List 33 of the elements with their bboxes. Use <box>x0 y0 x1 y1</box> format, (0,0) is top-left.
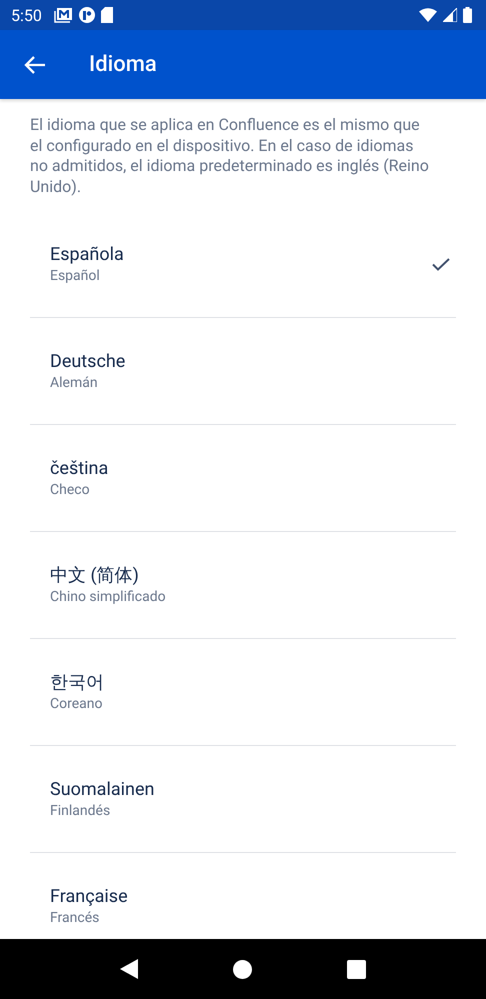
language-subtitle: Checo <box>50 481 91 499</box>
recents-square-icon[interactable] <box>347 960 366 978</box>
language-subtitle: Finlandés <box>50 802 112 820</box>
language-name: 中文 (简体) <box>50 564 140 588</box>
signal-icon <box>443 8 457 22</box>
language-option[interactable]: Suomalainen Finlandés <box>30 746 456 853</box>
language-name: 한국어 <box>50 671 105 695</box>
language-name: čeština <box>50 457 110 481</box>
language-name: Española <box>50 243 125 267</box>
mail-icon <box>54 7 73 23</box>
page-title: Idioma <box>89 52 157 77</box>
language-subtitle: Español <box>50 267 101 285</box>
language-option[interactable]: Española Español <box>30 211 456 318</box>
language-subtitle: Chino simplificado <box>50 588 167 606</box>
language-option[interactable]: 中文 (简体) Chino simplificado <box>30 532 456 639</box>
description-text: El idioma que se aplica en Confluence es el mismo que el configurado en el dispositivo. En el caso de idiomas no admitidos, el idioma predeterminado es inglés (Reino Unido). <box>30 115 430 197</box>
language-option[interactable]: Deutsche Alemán <box>30 318 456 425</box>
language-name: Suomalainen <box>50 778 156 802</box>
language-option[interactable]: čeština Checo <box>30 425 456 532</box>
language-subtitle: Francés <box>50 909 100 927</box>
language-name: Deutsche <box>50 350 126 374</box>
status-time: 5:50 <box>11 6 42 24</box>
language-option[interactable]: 한국어 Coreano <box>30 639 456 746</box>
back-arrow-icon[interactable] <box>24 56 46 74</box>
language-subtitle: Alemán <box>50 374 99 392</box>
battery-icon <box>463 7 472 23</box>
home-circle-icon[interactable] <box>232 960 252 978</box>
language-subtitle: Coreano <box>50 695 104 713</box>
wifi-icon <box>419 8 437 22</box>
sd-card-icon <box>100 7 113 23</box>
language-name: Française <box>50 885 129 909</box>
back-triangle-icon[interactable] <box>120 959 138 979</box>
app-notification-icon <box>78 7 95 23</box>
